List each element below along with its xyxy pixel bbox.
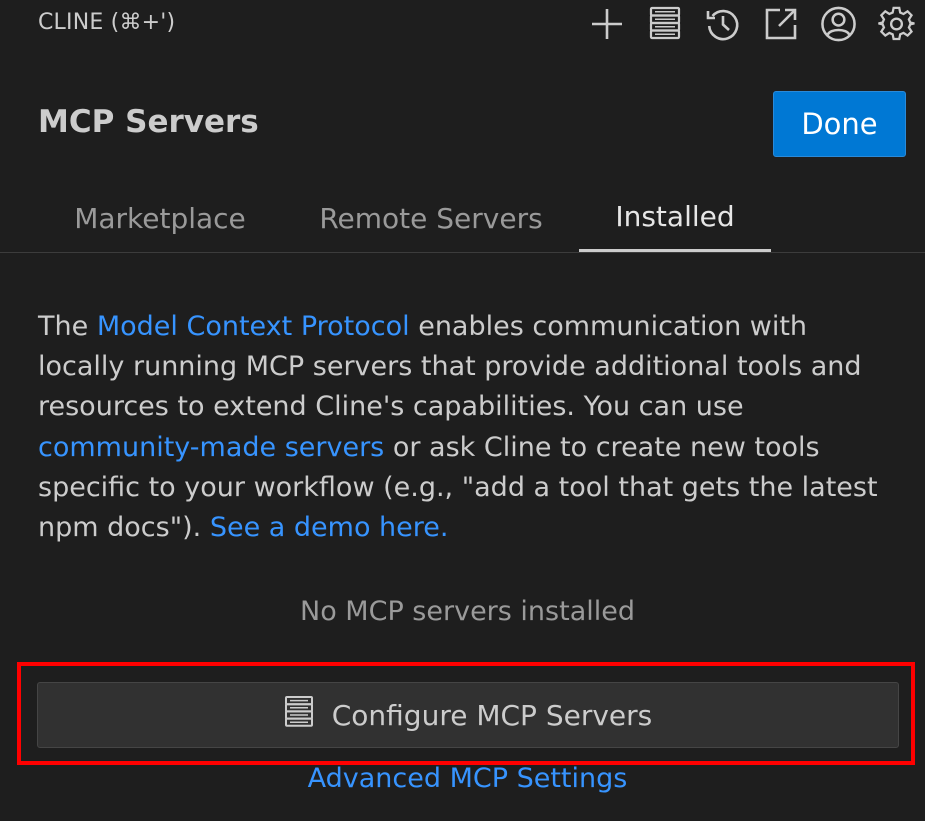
mcp-description: The Model Context Protocol enables commu…: [38, 307, 893, 548]
model-context-protocol-link[interactable]: Model Context Protocol: [97, 311, 410, 342]
popout-icon[interactable]: [762, 4, 799, 44]
plus-icon[interactable]: [588, 4, 625, 44]
server-stack-icon[interactable]: [646, 4, 683, 44]
history-icon[interactable]: [704, 4, 741, 44]
server-stack-icon: [284, 695, 314, 736]
configure-button-label: Configure MCP Servers: [331, 698, 653, 732]
account-icon[interactable]: [820, 4, 857, 44]
title-bar: CLINE (⌘+'): [0, 0, 925, 52]
description-text: The: [38, 311, 97, 342]
tab-bar: Marketplace Remote Servers Installed: [0, 184, 925, 253]
tab-remote-servers[interactable]: Remote Servers: [306, 184, 556, 252]
configure-mcp-servers-button[interactable]: Configure MCP Servers: [37, 682, 899, 748]
gear-icon[interactable]: [878, 4, 915, 44]
done-button[interactable]: Done: [773, 91, 906, 157]
tab-marketplace[interactable]: Marketplace: [58, 184, 262, 252]
advanced-mcp-settings-link[interactable]: Advanced MCP Settings: [0, 763, 925, 794]
toolbar: [588, 4, 915, 44]
page-title: MCP Servers: [38, 104, 259, 140]
demo-link[interactable]: See a demo here.: [210, 512, 449, 543]
tab-installed[interactable]: Installed: [579, 184, 771, 252]
app-title: CLINE (⌘+'): [38, 10, 176, 35]
community-servers-link[interactable]: community-made servers: [38, 432, 384, 463]
empty-state-message: No MCP servers installed: [300, 596, 635, 627]
